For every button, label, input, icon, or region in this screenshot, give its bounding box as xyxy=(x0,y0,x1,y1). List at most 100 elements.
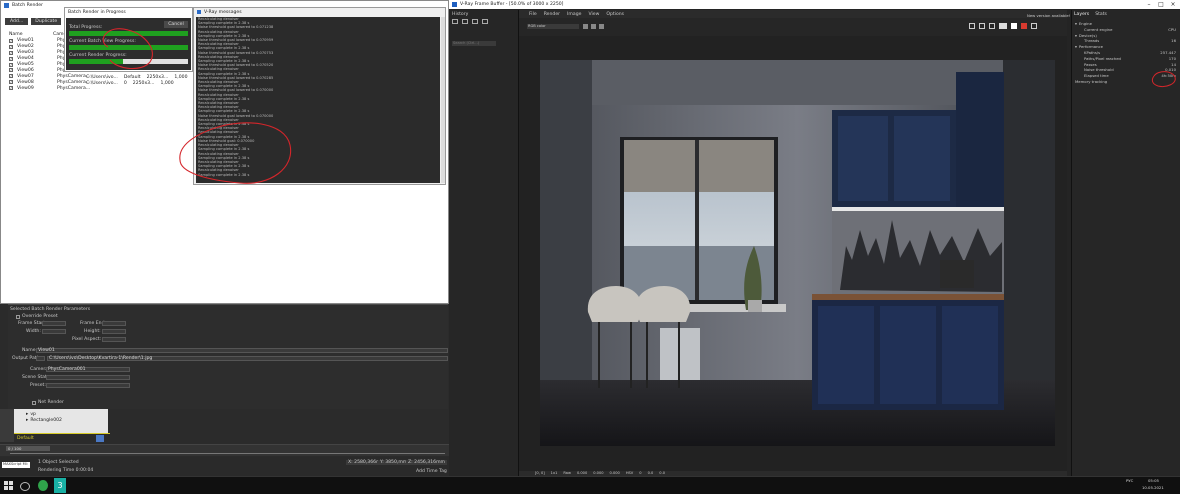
history-title: History xyxy=(452,12,469,17)
annotation-circle-noise xyxy=(1151,71,1176,87)
annotation-circle-log xyxy=(179,122,292,184)
render-toolbar xyxy=(969,23,1037,29)
layer-bar: Default xyxy=(14,433,110,442)
red-channel-icon[interactable] xyxy=(583,24,588,29)
status-bar: MAXScript Mi: 1 Object Selected Renderin… xyxy=(0,457,449,476)
language-indicator[interactable]: РУС xyxy=(1126,478,1133,483)
maximize-icon[interactable]: □ xyxy=(1155,0,1167,9)
tree-item-label: Rectangle002 xyxy=(30,418,62,423)
output-path-field[interactable]: C:\Users\ivo\Desktop\Kvartira-1\Render\1… xyxy=(47,356,448,361)
chrome-icon[interactable] xyxy=(38,480,48,491)
expand-icon[interactable]: ▸ xyxy=(26,412,28,417)
close-icon[interactable]: × xyxy=(1167,0,1179,9)
history-search[interactable]: Search (Ctrl...) xyxy=(452,41,496,46)
frame-start-field[interactable] xyxy=(42,321,66,326)
camera-select[interactable]: PhysCamera001 xyxy=(46,367,130,372)
expand-icon[interactable]: ▾ xyxy=(1075,33,1077,39)
menu-file[interactable]: File xyxy=(529,12,537,17)
override-checkbox[interactable] xyxy=(16,314,20,319)
region-render-icon[interactable] xyxy=(969,23,975,29)
vfb-toolbar: RGB color xyxy=(519,18,1067,36)
taskbar: 3 РУС 05:05 10.05.2021 xyxy=(0,476,1180,494)
height-label: Height: xyxy=(84,329,101,334)
history-clear-icon[interactable] xyxy=(482,19,488,24)
render-icon[interactable] xyxy=(1011,23,1017,29)
menu-options[interactable]: Options xyxy=(606,12,624,17)
history-load-icon[interactable] xyxy=(462,19,468,24)
tree-item-label: vp xyxy=(30,412,36,417)
history-toolbar xyxy=(452,19,488,24)
tab-layers[interactable]: Layers xyxy=(1074,12,1089,17)
layer-name[interactable]: Default xyxy=(17,436,34,441)
interactive-render-icon[interactable] xyxy=(989,23,995,29)
render-viewport[interactable] xyxy=(519,36,1067,471)
tab-stats[interactable]: Stats xyxy=(1095,12,1107,17)
blue-channel-icon[interactable] xyxy=(599,24,604,29)
output-browse-button[interactable] xyxy=(36,356,45,361)
width-field[interactable] xyxy=(42,329,66,334)
render-time-status: Rendering Time 0:00:04 xyxy=(38,468,94,473)
vray-icon xyxy=(452,2,457,7)
pixel-aspect-label: Pixel Aspect: xyxy=(72,337,102,342)
scene-state-select[interactable] xyxy=(46,375,130,380)
menu-image[interactable]: Image xyxy=(567,12,581,17)
time-slider[interactable]: 0 / 100 xyxy=(6,446,50,451)
vfb-title-bar: V-Ray Frame Buffer - [50.0% of 3000 x 22… xyxy=(449,0,1180,9)
override-label: Override Preset xyxy=(22,314,58,319)
name-field[interactable]: View01 xyxy=(36,348,448,353)
net-render[interactable]: Net Render xyxy=(32,400,64,405)
history-compare-icon[interactable] xyxy=(472,19,478,24)
explorer-side-toolbar xyxy=(0,409,14,442)
layer-add-icon[interactable] xyxy=(96,435,104,442)
add-time-tag[interactable]: Add Time Tag xyxy=(416,469,447,474)
history-panel: History Search (Ctrl...) xyxy=(449,10,519,476)
clock-date[interactable]: 10.05.2021 xyxy=(1142,485,1164,490)
net-render-checkbox[interactable] xyxy=(32,400,36,405)
menu-view[interactable]: View xyxy=(588,12,599,17)
search-icon[interactable] xyxy=(20,482,30,491)
tree-item[interactable]: ▸ Rectangle002 xyxy=(26,418,62,423)
layers-tabs: Layers Stats xyxy=(1074,12,1107,17)
track-mouse-icon[interactable] xyxy=(979,23,985,29)
clear-icon[interactable] xyxy=(1031,23,1037,29)
tree-item[interactable]: ▸ vp xyxy=(26,412,36,417)
expand-icon[interactable]: ▾ xyxy=(1075,21,1077,27)
net-render-label: Net Render xyxy=(38,400,64,405)
expand-icon[interactable]: ▸ xyxy=(26,418,28,423)
layers-panel: Layers Stats ▾ Engine Current engine CPU ▾ De… xyxy=(1071,10,1180,476)
green-channel-icon[interactable] xyxy=(591,24,596,29)
name-label: Name: xyxy=(22,348,38,353)
red-annotations xyxy=(102,28,292,184)
channel-toggles xyxy=(583,24,604,29)
start-icon[interactable] xyxy=(4,481,13,490)
frame-end-field[interactable] xyxy=(102,321,126,326)
batch-params-panel: Selected Batch Render Parameters Overrid… xyxy=(8,304,448,409)
vfb-window: V-Ray Frame Buffer - [50.0% of 3000 x 22… xyxy=(449,0,1180,476)
render-last-icon[interactable] xyxy=(999,23,1007,29)
y-coord[interactable]: Y: 3850,mm xyxy=(378,460,410,465)
new-version-notice[interactable]: New version available! xyxy=(1027,13,1070,18)
channel-select[interactable]: RGB color xyxy=(527,24,579,29)
preset-select[interactable] xyxy=(46,383,130,388)
height-field[interactable] xyxy=(102,329,126,334)
stats-key: Memory tracking xyxy=(1075,78,1108,84)
vfb-title: V-Ray Frame Buffer - [50.0% of 3000 x 22… xyxy=(460,2,564,7)
expand-icon[interactable]: ▾ xyxy=(1075,44,1077,50)
menu-render[interactable]: Render xyxy=(544,12,560,17)
width-label: Width: xyxy=(26,329,41,334)
maxscript-listener[interactable]: MAXScript Mi: xyxy=(2,462,30,468)
z-coord[interactable]: Z: 2456,316mm xyxy=(406,460,448,465)
stop-render-icon[interactable] xyxy=(1021,23,1027,29)
annotation-circle-progress xyxy=(102,28,153,70)
minimize-icon[interactable]: – xyxy=(1143,0,1155,9)
clock-time[interactable]: 05:05 xyxy=(1148,478,1159,483)
timeline[interactable]: 0 / 100 xyxy=(0,444,449,456)
params-title: Selected Batch Render Parameters xyxy=(10,307,91,312)
3dsmax-icon[interactable]: 3 xyxy=(54,478,66,493)
vfb-menu-bar: File Render Image View Options xyxy=(519,10,1067,18)
timeline-ruler xyxy=(10,453,445,454)
rendered-image xyxy=(540,60,1055,446)
history-save-icon[interactable] xyxy=(452,19,458,24)
pixel-aspect-field[interactable] xyxy=(102,337,126,342)
override-preset[interactable]: Override Preset xyxy=(16,314,58,319)
